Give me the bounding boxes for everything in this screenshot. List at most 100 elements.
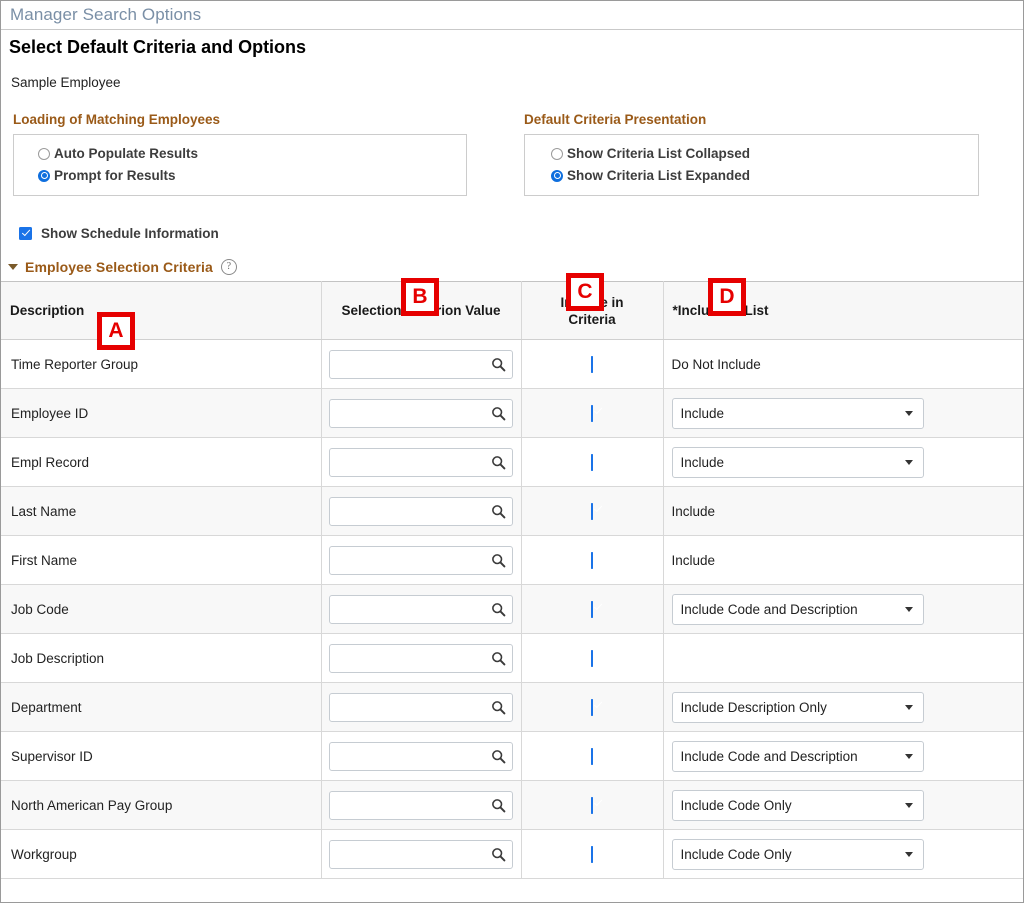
include-in-list-select[interactable]: Include Description Only — [671, 691, 924, 723]
selection-criterion-value-input[interactable] — [337, 552, 489, 568]
include-in-list-select[interactable]: Include Code Only — [671, 789, 924, 821]
radio-unchecked-icon[interactable] — [38, 147, 50, 160]
prompt-field-wrapper[interactable] — [329, 398, 513, 428]
include-in-list-dropdown-wrapper[interactable]: Include Code and Description — [671, 593, 924, 625]
checkbox-checked-icon[interactable] — [591, 845, 593, 863]
search-icon[interactable] — [491, 553, 506, 568]
show-schedule-information-row[interactable]: Show Schedule Information — [1, 224, 1023, 242]
prompt-field-wrapper[interactable] — [329, 839, 513, 869]
prompt-field-wrapper[interactable] — [329, 692, 513, 722]
radio-show-criteria-list-expanded[interactable]: Show Criteria List Expanded — [551, 165, 978, 186]
search-icon[interactable] — [491, 700, 506, 715]
selection-criterion-value-input[interactable] — [337, 748, 489, 764]
cell-description: Job Code — [1, 584, 322, 634]
prompt-field-wrapper[interactable] — [329, 349, 513, 379]
description-text: North American Pay Group — [11, 797, 173, 813]
checkbox-checked-icon[interactable] — [591, 551, 593, 569]
help-circle-icon[interactable]: ? — [220, 259, 237, 275]
include-in-list-dropdown-wrapper[interactable]: Include Code and Description — [671, 740, 924, 772]
include-in-list-text: Include — [671, 552, 716, 568]
selection-criterion-value-input[interactable] — [337, 356, 489, 372]
caret-down-icon[interactable] — [8, 264, 18, 270]
loading-group-box: Auto Populate Results Prompt for Results — [13, 134, 467, 196]
prompt-field-wrapper[interactable] — [329, 447, 513, 477]
cell-description: Last Name — [1, 486, 322, 536]
search-icon[interactable] — [491, 455, 506, 470]
prompt-field-wrapper[interactable] — [329, 741, 513, 771]
cell-include-in-list: Include — [663, 437, 1023, 487]
prompt-field-wrapper[interactable] — [329, 790, 513, 820]
selection-criterion-value-input[interactable] — [337, 650, 489, 666]
search-icon[interactable] — [491, 504, 506, 519]
selection-criterion-value-input[interactable] — [337, 405, 489, 421]
search-icon[interactable] — [491, 847, 506, 862]
cell-selection-criterion-value — [321, 829, 522, 879]
search-icon[interactable] — [491, 357, 506, 372]
selection-criterion-value-input[interactable] — [337, 797, 489, 813]
selection-criterion-value-input[interactable] — [337, 699, 489, 715]
checkbox-checked-icon[interactable] — [591, 649, 593, 667]
radio-show-criteria-list-collapsed-label: Show Criteria List Collapsed — [567, 146, 751, 161]
selection-criterion-value-input[interactable] — [337, 601, 489, 617]
cell-description: Empl Record — [1, 437, 322, 487]
include-in-list-dropdown-wrapper[interactable]: Include Description Only — [671, 691, 924, 723]
description-text: Workgroup — [11, 846, 77, 862]
radio-show-criteria-list-collapsed[interactable]: Show Criteria List Collapsed — [551, 143, 978, 164]
include-in-list-select[interactable]: Include — [671, 397, 924, 429]
radio-checked-icon[interactable] — [551, 169, 563, 182]
search-icon[interactable] — [491, 602, 506, 617]
checkbox-checked-icon[interactable] — [19, 226, 32, 240]
prompt-field-wrapper[interactable] — [329, 594, 513, 624]
prompt-field-wrapper[interactable] — [329, 643, 513, 673]
cell-description: Department — [1, 682, 322, 732]
radio-prompt-for-results-label: Prompt for Results — [54, 168, 176, 183]
search-icon[interactable] — [491, 749, 506, 764]
employee-selection-criteria-section-header[interactable]: Employee Selection Criteria ? — [1, 257, 1023, 277]
selection-criterion-value-input[interactable] — [337, 454, 489, 470]
radio-prompt-for-results[interactable]: Prompt for Results — [38, 165, 466, 186]
include-in-list-select[interactable]: Include — [671, 446, 924, 478]
include-in-list-dropdown-wrapper[interactable]: Include — [671, 446, 924, 478]
radio-unchecked-icon[interactable] — [551, 147, 563, 160]
cell-include-in-criteria — [521, 731, 664, 781]
include-in-list-dropdown-wrapper[interactable]: Include Code Only — [671, 789, 924, 821]
checkbox-checked-icon[interactable] — [591, 747, 593, 765]
selection-criterion-value-input[interactable] — [337, 846, 489, 862]
include-in-list-dropdown-wrapper[interactable]: Include Code Only — [671, 838, 924, 870]
radio-checked-icon[interactable] — [38, 169, 50, 182]
table-row: Supervisor ID Include Code and Descriptio… — [1, 731, 1023, 781]
checkbox-checked-icon[interactable] — [591, 698, 593, 716]
description-text: Job Code — [11, 601, 69, 617]
radio-auto-populate-results[interactable]: Auto Populate Results — [38, 143, 466, 164]
search-icon[interactable] — [491, 406, 506, 421]
checkbox-checked-icon[interactable] — [591, 404, 593, 422]
cell-selection-criterion-value — [321, 584, 522, 634]
checkbox-checked-icon[interactable] — [591, 355, 593, 373]
selection-criterion-value-input[interactable] — [337, 503, 489, 519]
cell-description: Job Description — [1, 633, 322, 683]
cell-include-in-list: Include Code Only — [663, 829, 1023, 879]
cell-include-in-criteria — [521, 486, 664, 536]
search-icon[interactable] — [491, 798, 506, 813]
cell-include-in-criteria — [521, 780, 664, 830]
checkbox-checked-icon[interactable] — [591, 796, 593, 814]
checkbox-checked-icon[interactable] — [591, 600, 593, 618]
include-in-list-select[interactable]: Include Code and Description — [671, 593, 924, 625]
checkbox-checked-icon[interactable] — [591, 502, 593, 520]
prompt-field-wrapper[interactable] — [329, 545, 513, 575]
column-header-description[interactable]: Description — [1, 281, 322, 340]
cell-include-in-criteria — [521, 437, 664, 487]
table-header-row: Description Selection Criterion Value In… — [1, 281, 1023, 340]
cell-include-in-list: Include — [663, 535, 1023, 585]
cell-include-in-list: Include — [663, 486, 1023, 536]
include-in-list-select[interactable]: Include Code Only — [671, 838, 924, 870]
cell-description: Workgroup — [1, 829, 322, 879]
include-in-list-dropdown-wrapper[interactable]: Include — [671, 397, 924, 429]
include-in-list-select[interactable]: Include Code and Description — [671, 740, 924, 772]
prompt-field-wrapper[interactable] — [329, 496, 513, 526]
page-frame: Manager Search Options Select Default Cr… — [0, 0, 1024, 903]
cell-include-in-list: Include Description Only — [663, 682, 1023, 732]
search-icon[interactable] — [491, 651, 506, 666]
cell-include-in-criteria — [521, 682, 664, 732]
checkbox-checked-icon[interactable] — [591, 453, 593, 471]
